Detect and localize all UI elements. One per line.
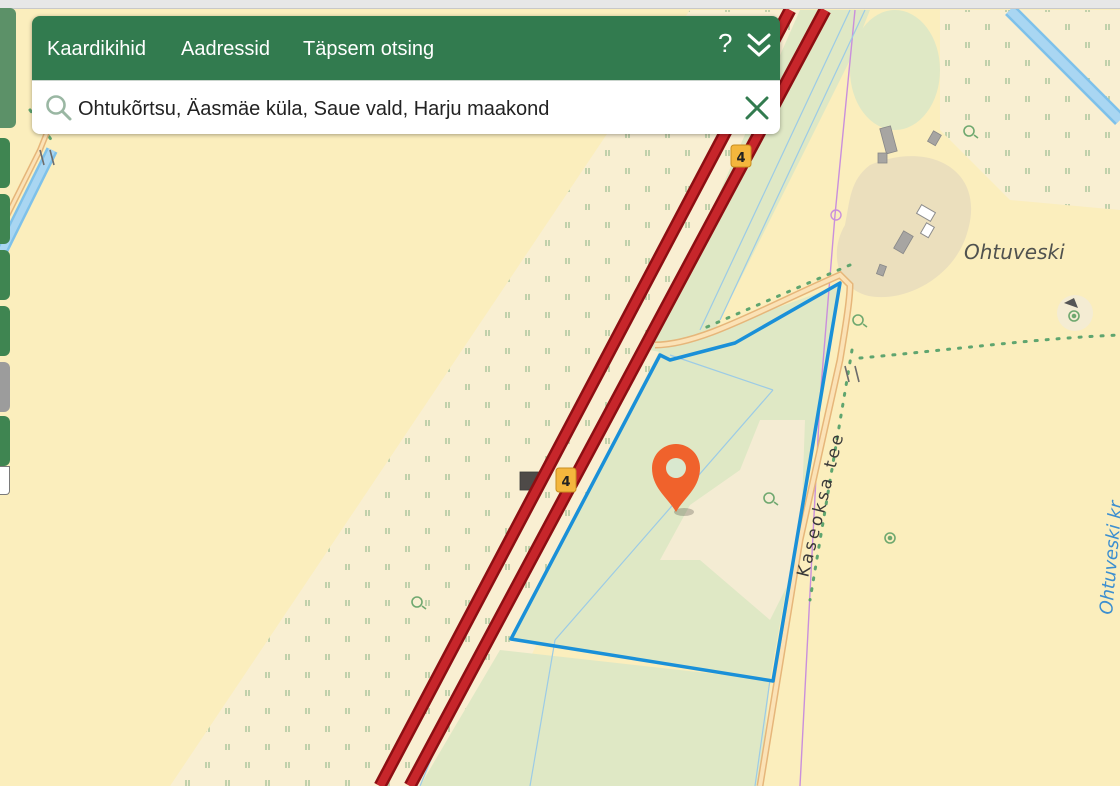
search-bar [32,80,780,134]
rail-tool-button-disabled[interactable] [0,362,10,412]
clear-search-icon[interactable] [742,93,772,123]
rail-tool-button[interactable] [0,138,10,188]
help-icon[interactable]: ? [718,28,732,59]
rail-tool-button[interactable] [0,250,10,300]
tab-tapsem-otsing[interactable]: Täpsem otsing [303,38,434,61]
rail-white-tab[interactable] [0,466,10,495]
left-toolbar [0,0,16,786]
search-input[interactable] [76,81,730,134]
tab-kaardikihid[interactable]: Kaardikihid [47,38,146,61]
search-panel: Kaardikihid Aadressid Täpsem otsing ? [32,16,780,134]
tab-aadressid[interactable]: Aadressid [181,38,270,61]
rail-tool-button[interactable] [0,194,10,244]
route-shield-label: 4 [561,475,570,490]
panel-header: Kaardikihid Aadressid Täpsem otsing ? [32,16,780,80]
collapse-chevron-icon[interactable] [746,30,772,65]
rail-tool-button[interactable] [0,416,10,466]
browser-top-strip [0,0,1120,9]
search-icon [44,93,74,123]
place-label-ohtuveski: Ohtuveski [964,240,1065,264]
rail-tool-button[interactable] [0,306,10,356]
route-shield-label: 4 [736,151,745,166]
rail-panel-button[interactable] [0,8,16,128]
